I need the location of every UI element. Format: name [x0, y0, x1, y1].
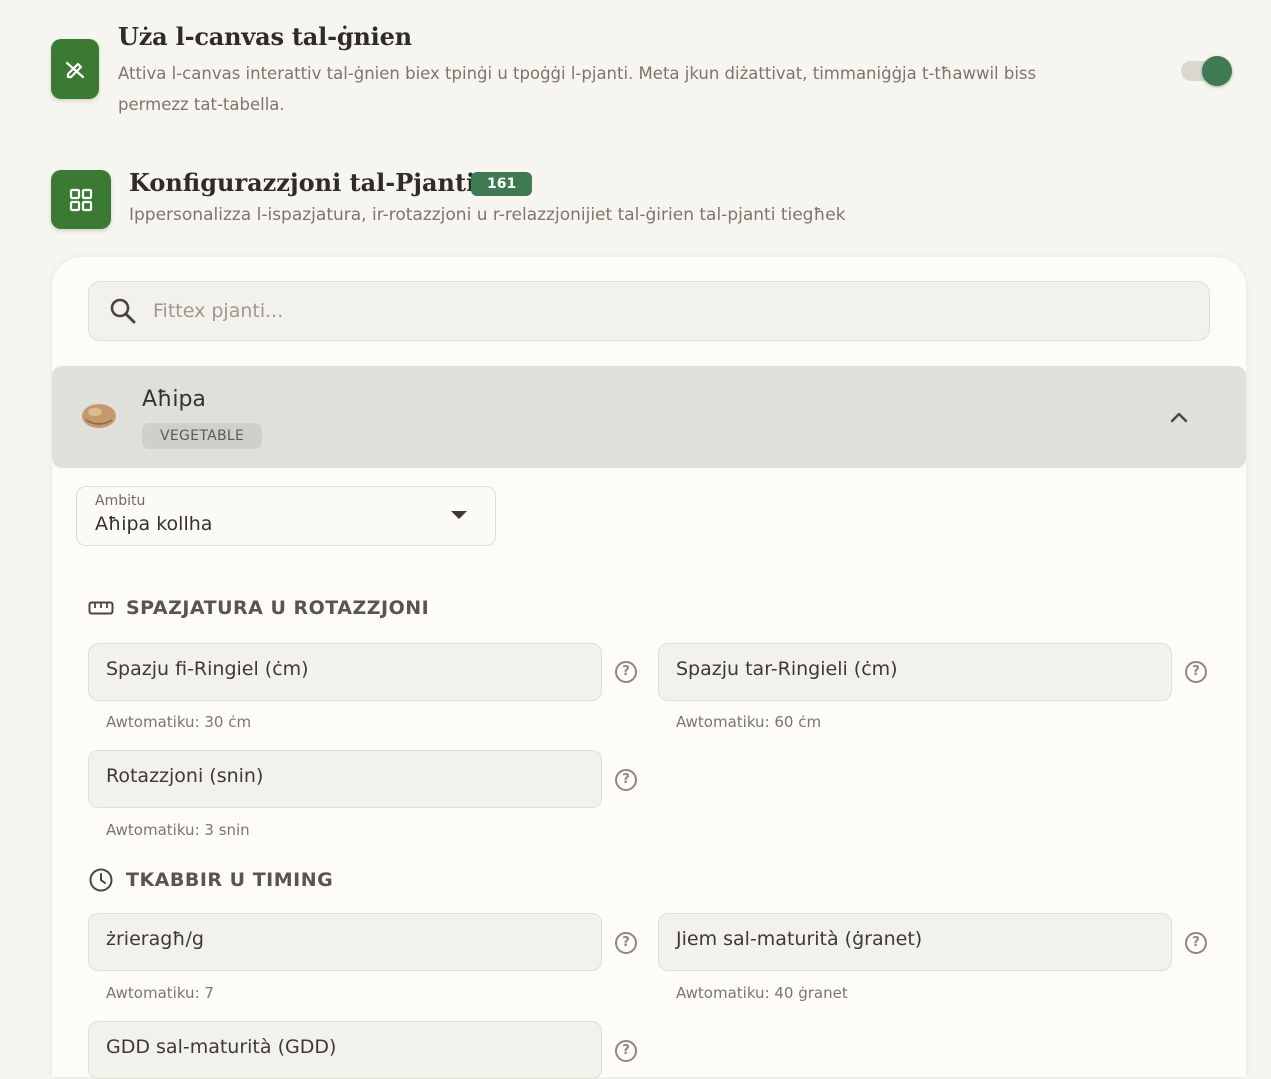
- clock-icon: [89, 868, 113, 892]
- scope-label: Ambitu: [95, 493, 146, 509]
- help-icon[interactable]: ?: [1185, 661, 1207, 683]
- canvas-setting-description: Attiva l-canvas interattiv tal-ġnien bie…: [118, 64, 1037, 114]
- field-label: Spazju fi-Ringiel (ċm): [106, 658, 309, 680]
- days-to-maturity-field[interactable]: Jiem sal-maturità (ġranet): [658, 913, 1172, 971]
- chevron-up-icon[interactable]: [1168, 406, 1190, 432]
- ruler-icon: [88, 601, 114, 615]
- toggle-knob: [1202, 56, 1232, 86]
- help-icon[interactable]: ?: [615, 932, 637, 954]
- plant-row-header[interactable]: Aħipa VEGETABLE: [52, 366, 1246, 468]
- plant-category-tag: VEGETABLE: [142, 423, 263, 449]
- spacing-group-heading: SPAZJATURA U ROTAZZJONI: [88, 597, 429, 619]
- canvas-setting-row: Uża l-canvas tal-ġnien Attiva l-canvas i…: [51, 22, 1236, 122]
- plant-search-box[interactable]: [88, 281, 1210, 341]
- dropdown-caret-icon: [451, 511, 467, 519]
- plant-name: Aħipa: [142, 387, 206, 412]
- timing-group-title: TKABBIR U TIMING: [126, 869, 334, 891]
- field-label: Rotazzjoni (snin): [106, 765, 264, 787]
- help-icon[interactable]: ?: [1185, 932, 1207, 954]
- grid-icon: [51, 170, 111, 229]
- field-hint: Awtomatiku: 7: [106, 984, 214, 1002]
- plant-config-title: Konfigurazzjoni tal-Pjanti: [129, 168, 476, 197]
- plant-config-header: Konfigurazzjoni tal-Pjanti 161 Ippersona…: [51, 168, 1236, 232]
- search-icon: [109, 297, 137, 329]
- field-label: Spazju tar-Ringieli (ċm): [676, 658, 898, 680]
- field-label: GDD sal-maturità (GDD): [106, 1036, 337, 1058]
- field-label: Jiem sal-maturità (ġranet): [676, 928, 923, 950]
- field-hint: Awtomatiku: 3 snin: [106, 821, 250, 839]
- scope-value: Aħipa kollha: [95, 513, 213, 535]
- plant-config-card: Aħipa VEGETABLE Ambitu Aħipa kollha SPAZ…: [52, 257, 1246, 1079]
- field-hint: Awtomatiku: 60 ċm: [676, 713, 822, 731]
- help-icon[interactable]: ?: [615, 661, 637, 683]
- row-spacing-field[interactable]: Spazju tar-Ringieli (ċm): [658, 643, 1172, 701]
- field-hint: Awtomatiku: 30 ċm: [106, 713, 252, 731]
- pencil-off-icon: [51, 39, 99, 99]
- plant-search-input[interactable]: [151, 296, 1155, 326]
- in-row-spacing-field[interactable]: Spazju fi-Ringiel (ċm): [88, 643, 602, 701]
- field-hint: Awtomatiku: 40 ġranet: [676, 984, 848, 1002]
- plant-config-description: Ippersonalizza l-ispazjatura, ir-rotazzj…: [129, 205, 846, 225]
- canvas-setting-title: Uża l-canvas tal-ġnien: [118, 22, 412, 51]
- turnip-icon: [80, 400, 118, 434]
- field-label: żrieragħ/g: [106, 928, 204, 950]
- seeds-per-gram-field[interactable]: żrieragħ/g: [88, 913, 602, 971]
- canvas-toggle[interactable]: [1181, 55, 1233, 86]
- rotation-field[interactable]: Rotazzjoni (snin): [88, 750, 602, 808]
- gdd-to-maturity-field[interactable]: GDD sal-maturità (GDD): [88, 1021, 602, 1079]
- scope-select[interactable]: Ambitu Aħipa kollha: [76, 486, 496, 546]
- help-icon[interactable]: ?: [615, 769, 637, 791]
- timing-group-heading: TKABBIR U TIMING: [88, 867, 333, 893]
- help-icon[interactable]: ?: [615, 1040, 637, 1062]
- plant-count-badge: 161: [471, 172, 533, 196]
- spacing-group-title: SPAZJATURA U ROTAZZJONI: [126, 597, 430, 619]
